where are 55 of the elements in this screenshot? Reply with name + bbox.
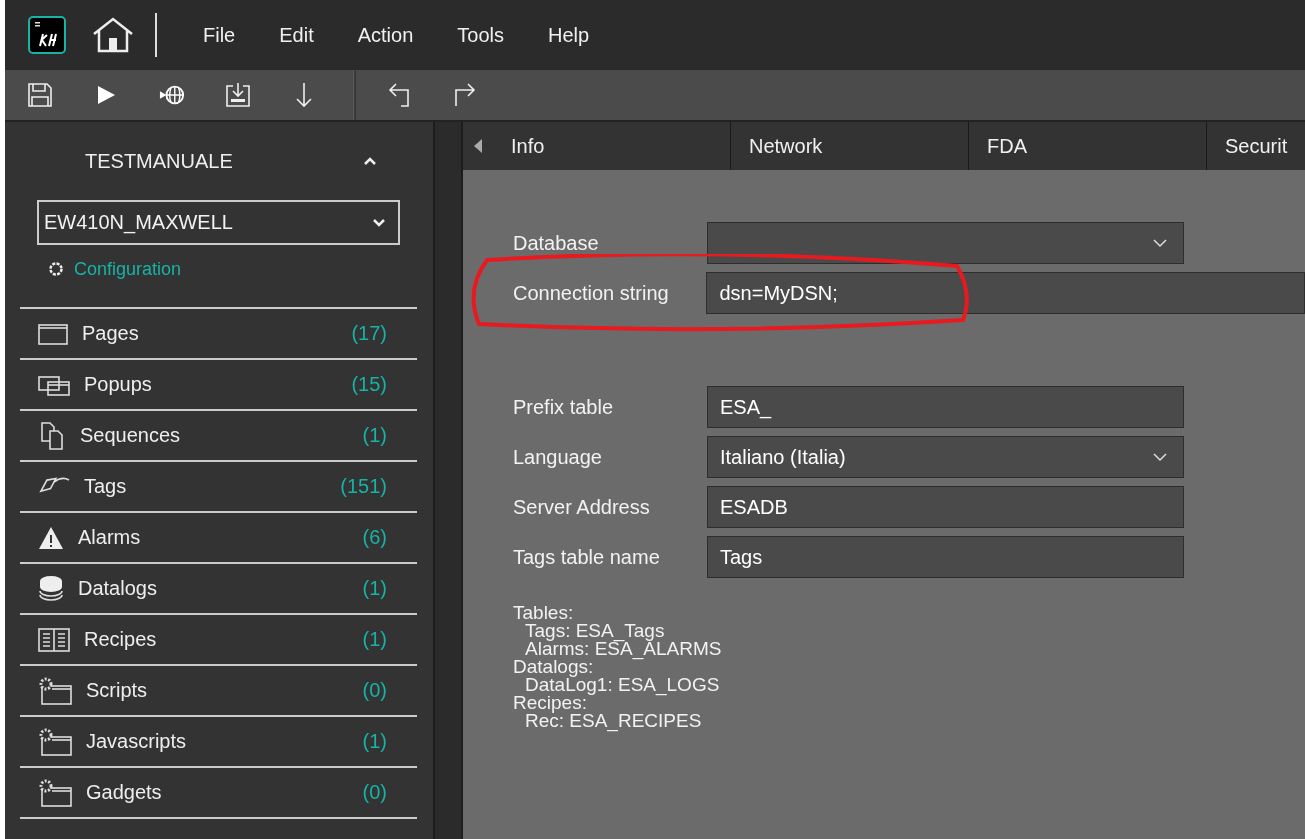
undo-icon[interactable] [386, 82, 412, 108]
sidebar-item[interactable]: Pages (17) [20, 309, 417, 360]
collapse-icon [363, 156, 377, 166]
home-icon[interactable] [91, 16, 135, 54]
database-icon [38, 574, 64, 603]
app-logo[interactable] [28, 16, 66, 54]
chevron-down-icon [372, 218, 386, 227]
field-label: Tags table name [513, 545, 661, 569]
project-title: TESTMANUALE [85, 149, 233, 173]
input-field[interactable]: dsn=MyDSN; [706, 272, 1305, 314]
field-label: Language [513, 445, 603, 469]
sidebar-item[interactable]: Popups (15) [20, 360, 417, 411]
menu-item[interactable]: File [203, 23, 236, 47]
sidebar-item[interactable]: Sequences (1) [20, 411, 417, 462]
save-icon[interactable] [27, 82, 53, 108]
field-label: Server Address [513, 495, 651, 519]
field-label: Prefix table [513, 395, 615, 419]
gear-window-icon [38, 676, 72, 705]
gear-window-icon [38, 778, 72, 807]
book-icon [38, 627, 70, 652]
summary-heading: Tables: [513, 604, 575, 622]
summary-entry: Tags: ESA_Tags [525, 622, 666, 640]
warning-icon [38, 525, 64, 550]
dropdown-field[interactable]: Italiano (Italia) [707, 436, 1184, 478]
dropdown-field[interactable] [707, 222, 1184, 264]
menu-item[interactable]: Action [357, 23, 414, 47]
redo-icon[interactable] [452, 82, 478, 108]
sidebar-item[interactable]: Alarms (6) [20, 513, 417, 564]
gear-window-icon [38, 727, 72, 756]
summary-entry: Rec: ESA_RECIPES [525, 712, 703, 730]
input-field[interactable]: ESA_ [707, 386, 1184, 428]
sidebar-item[interactable]: Gadgets (0) [20, 768, 417, 819]
summary-entry: Alarms: ESA_ALARMS [525, 640, 723, 658]
sidebar-item[interactable]: Datalogs (1) [20, 564, 417, 615]
download-box-icon[interactable] [225, 82, 251, 108]
configuration-link[interactable]: Configuration [74, 258, 182, 280]
sidebar-item[interactable]: Javascripts (1) [20, 717, 417, 768]
field-label: Connection string [513, 281, 670, 305]
sidebar-item[interactable]: Scripts (0) [20, 666, 417, 717]
sidebar-item[interactable]: Recipes (1) [20, 615, 417, 666]
input-field[interactable]: ESADB [707, 486, 1184, 528]
menu-item[interactable]: Edit [279, 23, 314, 47]
menu-item[interactable]: Help [548, 23, 590, 47]
chevron-down-icon [1153, 238, 1167, 248]
device-dropdown[interactable]: EW410N_MAXWELL [37, 200, 400, 245]
sidebar-item[interactable]: Tags (151) [20, 462, 417, 513]
window-icon [38, 322, 68, 345]
windows-icon [38, 373, 70, 396]
summary-heading: Recipes: [513, 694, 587, 712]
chevron-down-icon [1153, 452, 1167, 462]
field-label: Database [513, 231, 600, 255]
documents-icon [38, 420, 66, 451]
gear-icon [48, 261, 64, 277]
input-field[interactable]: Tags [707, 536, 1184, 578]
menu-item[interactable]: Tools [457, 23, 504, 47]
